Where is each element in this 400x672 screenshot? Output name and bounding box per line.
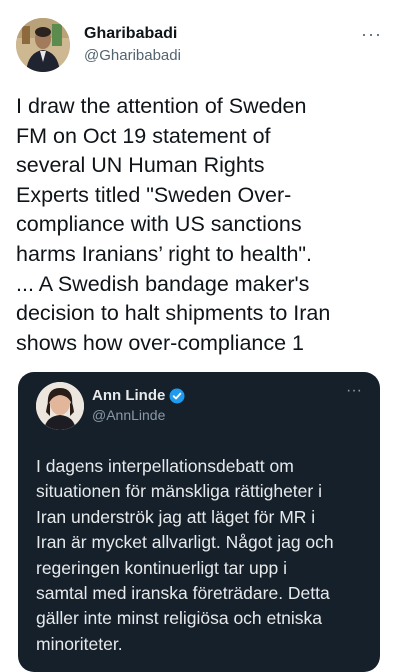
quoted-display-row: Ann Linde (92, 386, 185, 405)
quoted-more-options-icon[interactable]: ··· (346, 382, 362, 400)
author-display-name[interactable]: Gharibabadi (84, 24, 181, 44)
more-options-icon[interactable]: ··· (361, 24, 382, 45)
quoted-handle[interactable]: @AnnLinde (92, 406, 185, 424)
quoted-author-names: Ann Linde @AnnLinde (92, 386, 185, 424)
verified-badge-icon (169, 388, 185, 404)
quoted-author-avatar[interactable] (36, 382, 84, 430)
author-avatar[interactable] (16, 18, 70, 72)
author-handle[interactable]: @Gharibabadi (84, 46, 181, 66)
quoted-display-name[interactable]: Ann Linde (92, 386, 165, 405)
quoted-tweet-card[interactable]: Ann Linde @AnnLinde ··· I dagens interpe… (18, 372, 380, 672)
quoted-tweet-text: I dagens interpellationsdebatt om situat… (36, 456, 334, 654)
tweet-header: Gharibabadi @Gharibabadi ··· (16, 18, 386, 78)
tweet-text: I draw the attention of Sweden FM on Oct… (16, 94, 331, 355)
author-names: Gharibabadi @Gharibabadi (84, 24, 181, 66)
